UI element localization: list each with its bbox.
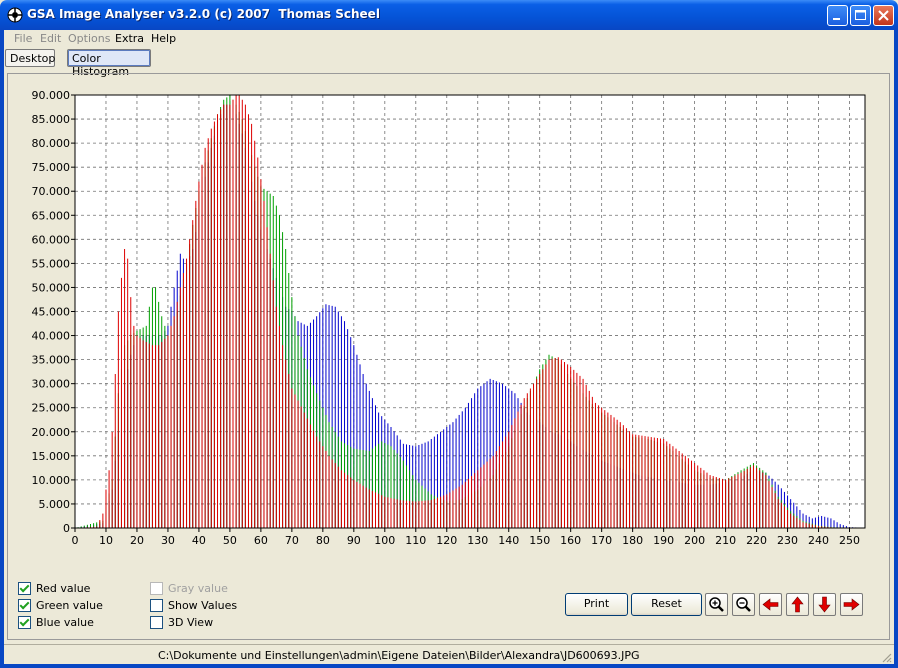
red-value-check[interactable] — [18, 582, 31, 595]
gray-value-label: Gray value — [168, 582, 228, 595]
3d-view-check[interactable] — [150, 616, 163, 629]
status-bar: C:\Dokumente und Einstellungen\admin\Eig… — [4, 644, 894, 665]
menu-file[interactable]: File — [14, 32, 32, 45]
y-tick-label: 0 — [63, 522, 70, 535]
3d-view-label: 3D View — [168, 616, 214, 629]
arrow-left-icon — [762, 598, 779, 611]
file-path: C:\Dokumente und Einstellungen\admin\Eig… — [158, 649, 640, 662]
tab-desktop[interactable]: Desktop — [5, 49, 55, 67]
tab-color-histogram[interactable]: Color Histogram — [67, 49, 151, 78]
pan-down-button[interactable] — [813, 593, 836, 616]
y-tick-label: 90.000 — [32, 89, 71, 102]
y-tick-label: 80.000 — [32, 137, 71, 150]
y-tick-label: 40.000 — [32, 330, 71, 343]
show-values-check[interactable] — [150, 599, 163, 612]
zoom-out-icon — [736, 597, 751, 612]
x-tick-label: 60 — [254, 534, 268, 547]
x-tick-label: 170 — [591, 534, 612, 547]
blue-value-label: Blue value — [36, 616, 94, 629]
blue-value-check[interactable] — [18, 616, 31, 629]
y-tick-label: 15.000 — [32, 450, 71, 463]
y-tick-label: 65.000 — [32, 209, 71, 222]
x-tick-label: 180 — [622, 534, 643, 547]
minimize-icon — [833, 18, 840, 20]
minimize-button[interactable] — [827, 5, 848, 26]
app-window: GSA Image Analyser v3.2.0 (c) 2007 Thoma… — [0, 0, 898, 668]
x-tick-label: 150 — [529, 534, 550, 547]
pan-up-button[interactable] — [786, 593, 809, 616]
y-tick-label: 25.000 — [32, 402, 71, 415]
maximize-icon — [855, 10, 866, 20]
x-tick-label: 40 — [192, 534, 206, 547]
x-tick-label: 240 — [808, 534, 829, 547]
x-tick-label: 50 — [223, 534, 237, 547]
x-tick-label: 90 — [347, 534, 361, 547]
green-value-label: Green value — [36, 599, 103, 612]
window-frame-left — [0, 30, 4, 668]
y-tick-label: 60.000 — [32, 233, 71, 246]
x-tick-label: 0 — [72, 534, 79, 547]
menu-help[interactable]: Help — [151, 32, 176, 45]
x-tick-label: 140 — [498, 534, 519, 547]
x-tick-label: 190 — [653, 534, 674, 547]
arrow-up-icon — [791, 596, 804, 613]
arrow-down-icon — [818, 596, 831, 613]
print-button[interactable]: Print — [565, 593, 628, 616]
zoom-in-button[interactable] — [705, 593, 728, 616]
resize-grip-icon[interactable] — [880, 651, 892, 663]
window-frame-right — [894, 30, 898, 668]
window-title: GSA Image Analyser v3.2.0 (c) 2007 Thoma… — [27, 7, 380, 21]
histogram-panel: 0 10 20 30 40 50 60 70 80 90 100 110 120 130 140 150 160… — [7, 73, 890, 640]
x-tick-label: 100 — [374, 534, 395, 547]
x-tick-label: 230 — [777, 534, 798, 547]
y-tick-label: 5.000 — [39, 498, 71, 511]
x-tick-label: 20 — [130, 534, 144, 547]
arrow-right-icon — [843, 598, 860, 611]
x-tick-label: 110 — [405, 534, 426, 547]
title-bar[interactable]: GSA Image Analyser v3.2.0 (c) 2007 Thoma… — [0, 0, 898, 30]
app-logo-icon — [7, 7, 23, 23]
x-tick-label: 250 — [839, 534, 860, 547]
reset-button[interactable]: Reset — [631, 593, 702, 616]
histogram-chart: 0 10 20 30 40 50 60 70 80 90 100 110 120 130 140 150 160… — [32, 89, 866, 547]
x-tick-label: 210 — [715, 534, 736, 547]
x-tick-label: 30 — [161, 534, 175, 547]
red-value-label: Red value — [36, 582, 91, 595]
zoom-in-icon — [709, 597, 724, 612]
show-values-label: Show Values — [168, 599, 238, 612]
x-tick-label: 220 — [746, 534, 767, 547]
menu-edit[interactable]: Edit — [40, 32, 61, 45]
close-icon — [878, 10, 889, 21]
menu-extra[interactable]: Extra — [115, 32, 144, 45]
close-button[interactable] — [873, 5, 894, 26]
x-tick-label: 80 — [316, 534, 330, 547]
y-tick-label: 75.000 — [32, 161, 71, 174]
y-tick-label: 50.000 — [32, 281, 71, 294]
menu-bar: File Edit Options Extra Help — [4, 30, 894, 48]
x-tick-label: 160 — [560, 534, 581, 547]
x-tick-label: 200 — [684, 534, 705, 547]
y-tick-label: 70.000 — [32, 185, 71, 198]
pan-left-button[interactable] — [759, 593, 782, 616]
plot-area — [75, 95, 865, 528]
y-tick-label: 55.000 — [32, 257, 71, 270]
y-tick-label: 10.000 — [32, 474, 71, 487]
menu-options[interactable]: Options — [68, 32, 110, 45]
zoom-out-button[interactable] — [732, 593, 755, 616]
gray-value-check[interactable] — [150, 582, 163, 595]
y-tick-label: 20.000 — [32, 426, 71, 439]
y-tick-label: 35.000 — [32, 354, 71, 367]
x-tick-label: 10 — [99, 534, 113, 547]
green-value-check[interactable] — [18, 599, 31, 612]
y-tick-label: 85.000 — [32, 113, 71, 126]
y-tick-label: 30.000 — [32, 378, 71, 391]
pan-right-button[interactable] — [840, 593, 863, 616]
y-tick-label: 45.000 — [32, 306, 71, 319]
maximize-button[interactable] — [850, 5, 871, 26]
x-tick-label: 120 — [436, 534, 457, 547]
x-tick-label: 130 — [467, 534, 488, 547]
x-tick-label: 70 — [285, 534, 299, 547]
